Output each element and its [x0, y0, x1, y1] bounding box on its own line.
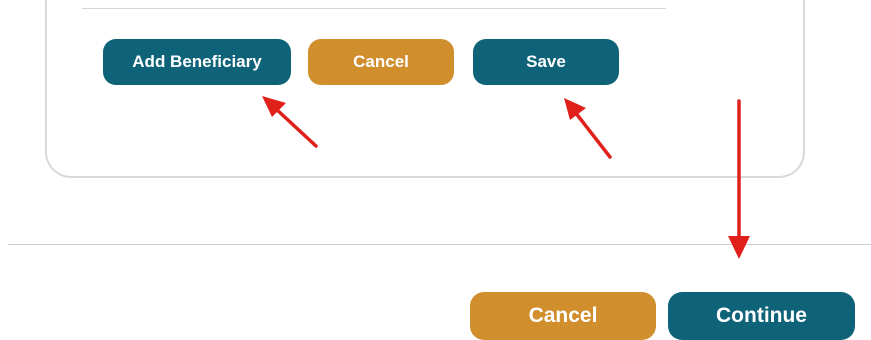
- save-button[interactable]: Save: [473, 39, 619, 85]
- page-divider: [8, 244, 871, 245]
- beneficiary-form-card: [45, 0, 805, 178]
- form-cancel-button[interactable]: Cancel: [308, 39, 454, 85]
- footer-cancel-button[interactable]: Cancel: [470, 292, 656, 340]
- form-divider: [82, 8, 666, 9]
- add-beneficiary-button[interactable]: Add Beneficiary: [103, 39, 291, 85]
- continue-button[interactable]: Continue: [668, 292, 855, 340]
